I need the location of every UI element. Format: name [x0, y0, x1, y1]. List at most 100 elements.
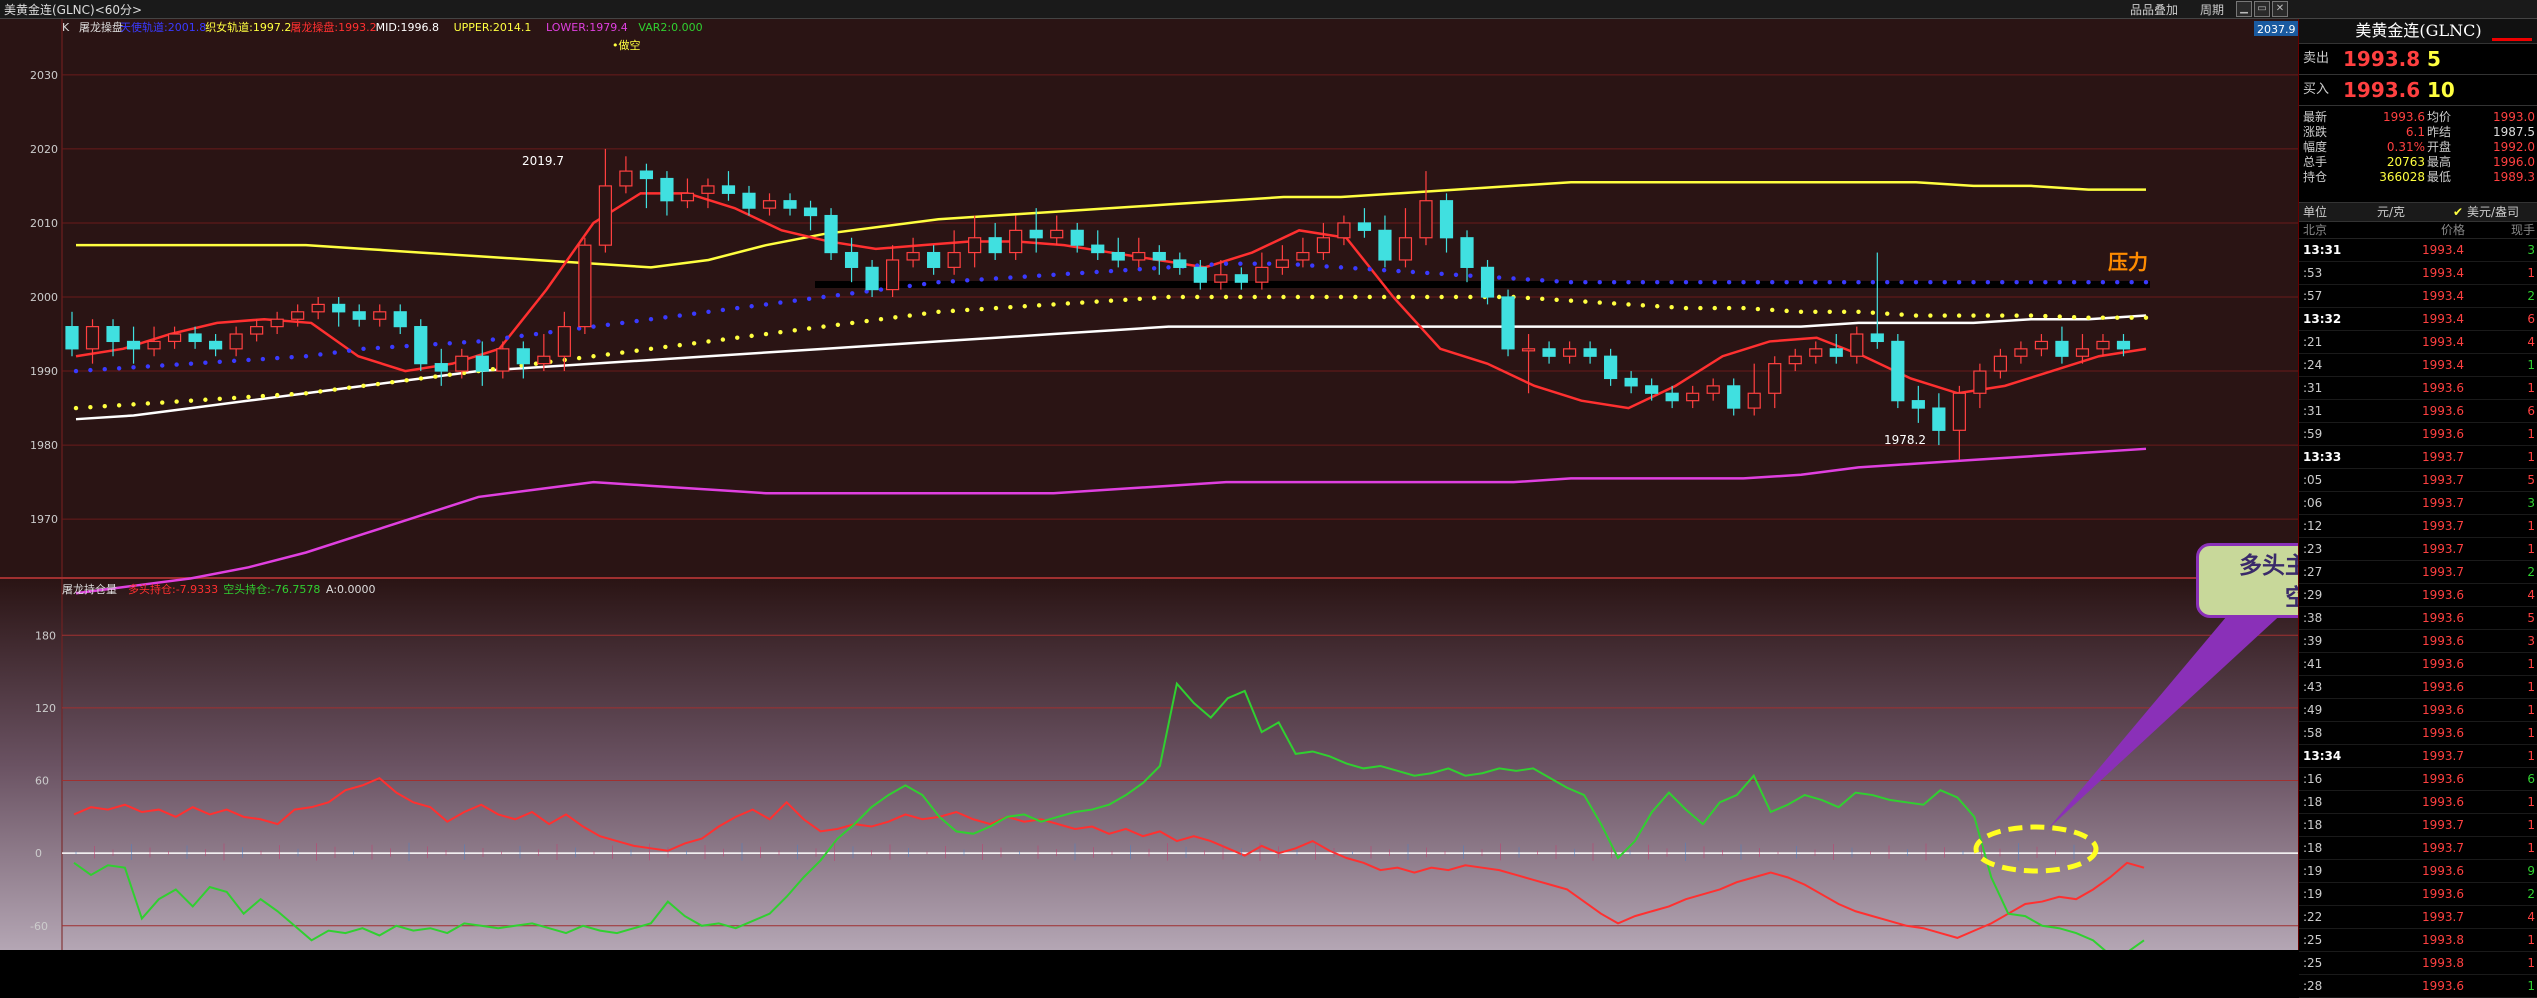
- chart-area[interactable]: 1970 1980 1990 2000 2010 2020 2030 -60 0 60 120 18…: [0, 19, 2300, 956]
- candle-body: [742, 192, 756, 209]
- candle-body: [1152, 251, 1166, 261]
- track-dot: [418, 376, 424, 381]
- track-dot: [1425, 270, 1430, 276]
- tick-volume: 1: [2527, 542, 2535, 556]
- track-dot: [1008, 275, 1013, 280]
- ticks-list[interactable]: 13:31 1993.4 3:53 1993.4 1:57 1993.4 2 13:32 199…: [2299, 239, 2537, 998]
- menu-overlay[interactable]: 品品叠加: [2130, 1, 2178, 18]
- tick-volume: 1: [2527, 680, 2535, 694]
- track-dot: [102, 367, 107, 372]
- candle-body: [1870, 333, 1884, 343]
- tick-price: 1993.4: [2422, 312, 2464, 326]
- track-dot: [677, 313, 682, 318]
- unit-toggle[interactable]: 美元/盎司: [2467, 203, 2519, 221]
- track-dot: [217, 396, 222, 402]
- track-dot: [1008, 304, 1013, 310]
- track-dot: [1425, 294, 1430, 300]
- pressure-annotation: 压力: [2108, 250, 2148, 274]
- track-dot: [2057, 314, 2062, 319]
- stat-value: 20763: [2386, 155, 2425, 169]
- track-dot: [591, 324, 596, 329]
- track-dot: [318, 352, 323, 357]
- track-dot: [116, 366, 122, 371]
- check-icon[interactable]: ✔: [2453, 203, 2463, 221]
- tick-row: :18 1993.7 1: [2299, 837, 2537, 860]
- track-dot: [318, 389, 323, 394]
- stat-label: 总手: [2303, 155, 2328, 169]
- candle-body: [1029, 229, 1043, 239]
- track-dot: [390, 344, 395, 350]
- track-dot: [1726, 279, 1732, 285]
- tick-volume: 1: [2527, 979, 2535, 993]
- tick-volume: 1: [2527, 956, 2535, 970]
- track-dot: [778, 329, 783, 335]
- candle-body: [1378, 229, 1392, 261]
- tick-time: :18: [2303, 795, 2323, 809]
- tick-volume: 1: [2527, 703, 2535, 717]
- track-dot: [648, 346, 654, 352]
- track-dot: [1640, 279, 1646, 285]
- candle-body: [1296, 251, 1310, 261]
- menu-period[interactable]: 周期: [2200, 1, 2224, 18]
- tick-row: :06 1993.7 3: [2299, 492, 2537, 515]
- track-dot: [965, 307, 970, 313]
- track-dot: [1798, 309, 1804, 315]
- track-dot: [1755, 306, 1761, 312]
- track-dot: [447, 341, 452, 346]
- candle-body: [1398, 237, 1413, 261]
- candle-body: [1091, 244, 1105, 254]
- tick-price: 1993.7: [2422, 818, 2464, 832]
- candle-body: [1193, 266, 1207, 283]
- track-dot: [1324, 264, 1329, 269]
- track-dot: [1885, 311, 1890, 316]
- track-dot: [2086, 315, 2091, 320]
- track-dot: [1310, 294, 1315, 300]
- sell-row[interactable]: 卖出 1993.8 5: [2299, 44, 2537, 75]
- tick-price: 1993.7: [2422, 841, 2464, 855]
- sub-pane-bg: [0, 579, 2298, 950]
- track-dot: [634, 348, 639, 353]
- track-dot: [706, 309, 711, 315]
- tick-row: :38 1993.6 5: [2299, 607, 2537, 630]
- track-dot: [1453, 272, 1459, 277]
- track-dot: [1683, 279, 1689, 285]
- candle-body: [1706, 385, 1720, 394]
- tick-price: 1993.6: [2422, 611, 2464, 625]
- track-dot: [677, 342, 682, 348]
- track-dot: [217, 359, 222, 364]
- track-dot: [2115, 279, 2120, 285]
- track-dot: [648, 317, 654, 322]
- track-dot: [1367, 267, 1372, 272]
- tick-price: 1993.6: [2422, 680, 2464, 694]
- tick-time: :39: [2303, 634, 2323, 648]
- close-icon[interactable]: ✕: [2272, 1, 2288, 17]
- buy-row[interactable]: 买入 1993.6 10: [2299, 75, 2537, 106]
- track-dot: [591, 354, 596, 359]
- candle-body: [1891, 340, 1905, 402]
- track-dot: [174, 362, 179, 367]
- track-dot: [346, 385, 352, 390]
- candle-body: [968, 237, 982, 254]
- unit-label: 单位: [2303, 205, 2328, 219]
- track-dot: [1813, 309, 1818, 315]
- track-dot: [691, 311, 697, 316]
- track-dot: [1698, 279, 1703, 285]
- track-dot: [2057, 279, 2062, 285]
- tick-row: 13:33 1993.7 1: [2299, 446, 2537, 469]
- tick-row: :23 1993.7 1: [2299, 538, 2537, 561]
- track-dot: [2071, 279, 2077, 285]
- unit-row: 单位 元/克 ✔ 美元/盎司: [2299, 203, 2537, 222]
- tick-price: 1993.8: [2422, 956, 2464, 970]
- chart-svg: 1970 1980 1990 2000 2010 2020 2030 -60 0 60 120 18…: [0, 19, 2300, 956]
- stat-label: 最新: [2303, 110, 2328, 124]
- candle-body: [537, 355, 551, 365]
- candle-body: [475, 355, 489, 372]
- tick-time: :12: [2303, 519, 2323, 533]
- sell-label: 卖出: [2303, 51, 2330, 66]
- candle-body: [250, 326, 264, 335]
- minimize-icon[interactable]: ▁: [2236, 1, 2252, 17]
- candle-body: [229, 333, 243, 350]
- track-dot: [2028, 313, 2034, 318]
- candle-body: [1911, 400, 1925, 409]
- restore-icon[interactable]: ▭: [2254, 1, 2270, 17]
